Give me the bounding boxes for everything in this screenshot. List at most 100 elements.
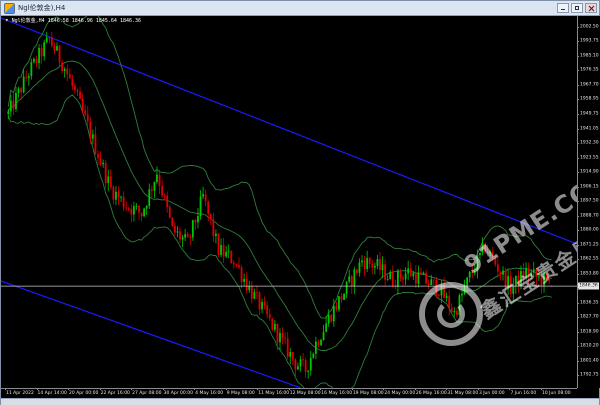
candle-down — [12, 93, 15, 115]
candle-down — [74, 83, 76, 95]
channel-lower-line[interactable] — [1, 280, 302, 388]
candle-down — [402, 274, 404, 286]
candle-down — [232, 260, 235, 269]
candle-up — [135, 203, 138, 211]
candle-up — [386, 275, 389, 281]
price-axis-tick — [577, 230, 579, 232]
time-axis-label: 31 May 08:00 — [447, 391, 479, 396]
candle-up — [22, 69, 25, 94]
candle-down — [245, 272, 248, 294]
candle-up — [343, 293, 345, 301]
candle-down — [266, 301, 269, 319]
candle-down — [161, 179, 163, 199]
time-axis-label: 27 Apr 08:00 — [132, 391, 162, 396]
candle-up — [153, 181, 156, 198]
candle-down — [504, 267, 507, 293]
candle-up — [520, 265, 522, 290]
band-middle-line — [7, 60, 552, 352]
time-axis-label: 20 Apr 00:00 — [69, 391, 99, 396]
candle-down — [425, 269, 428, 285]
candle-down — [189, 233, 192, 246]
candle-down — [40, 44, 43, 64]
candle-down — [486, 244, 489, 257]
window-titlebar[interactable]: Ngl伦敦金),H4 — [1, 1, 599, 16]
candle-down — [391, 265, 394, 288]
candle-up — [30, 58, 33, 80]
candle-down — [150, 185, 153, 199]
candle-up — [353, 266, 356, 295]
price-axis-label: 1897.50 — [580, 198, 599, 204]
candle-down — [35, 55, 38, 68]
price-axis-tick — [577, 244, 579, 246]
candle-down — [209, 213, 212, 225]
candle-up — [514, 275, 517, 294]
candle-down — [448, 289, 451, 316]
price-axis-tick — [577, 331, 579, 333]
candle-down — [212, 212, 215, 243]
price-axis-tick — [577, 128, 579, 130]
candle-down — [58, 44, 61, 68]
price-axis-tick — [577, 172, 579, 174]
price-axis[interactable]: 1846.36 2002.50 1993.75 1985.10 1976.35 1967… — [577, 16, 600, 388]
time-axis-label: 19 May 08:00 — [352, 391, 384, 396]
candle-up — [473, 264, 476, 276]
price-axis-tick — [577, 26, 579, 28]
price-axis-label: 1792.75 — [580, 372, 599, 378]
price-axis-tick — [577, 84, 579, 86]
candle-down — [304, 358, 307, 378]
candle-up — [143, 207, 146, 218]
time-axis-label: 3 Jun 00:00 — [478, 391, 505, 396]
candle-down — [194, 218, 197, 230]
candle-up — [345, 281, 348, 299]
candle-down — [166, 191, 169, 213]
candle-up — [309, 350, 312, 376]
candle-down — [545, 273, 548, 280]
candle-down — [94, 126, 97, 155]
price-axis-label: 1958.95 — [580, 96, 599, 102]
candle-down — [125, 201, 128, 212]
price-axis-tick — [577, 259, 579, 261]
close-icon[interactable] — [585, 3, 597, 13]
time-axis-tick — [383, 388, 385, 390]
time-axis-label: 30 Apr 00:00 — [163, 391, 193, 396]
time-axis-tick — [351, 388, 353, 390]
chart-window: Ngl伦敦金),H4 91PME.COM 鑫汇宝贵金属 ▾ Ngl伦敦金,H4 … — [0, 0, 600, 405]
minimize-icon[interactable] — [557, 3, 569, 13]
candle-down — [235, 263, 238, 268]
price-axis-tick — [577, 186, 579, 188]
candle-down — [171, 217, 174, 227]
candle-up — [512, 277, 515, 302]
price-axis-label: 1976.35 — [580, 67, 599, 73]
maximize-icon[interactable] — [571, 3, 583, 13]
price-axis-tick — [577, 55, 579, 57]
price-chart[interactable]: 91PME.COM 鑫汇宝贵金属 — [1, 16, 577, 388]
symbol-dropdown-icon[interactable]: ▾ — [5, 17, 9, 24]
channel-upper-line[interactable] — [1, 17, 577, 245]
time-axis-label: 7 Jun 16:00 — [510, 391, 537, 396]
candle-down — [99, 151, 102, 167]
candle-up — [56, 42, 58, 51]
candle-down — [109, 169, 112, 190]
candle-up — [199, 190, 202, 220]
price-axis-tick — [577, 157, 579, 159]
candle-down — [271, 317, 274, 332]
chart-canvas[interactable] — [1, 16, 577, 388]
candle-up — [314, 336, 317, 360]
price-axis-label: 1923.55 — [580, 155, 599, 161]
symbol-info: ▾ Ngl伦敦金,H4 1846.58 1846.96 1845.64 1846… — [5, 17, 141, 24]
candle-down — [112, 185, 115, 205]
time-axis-tick — [257, 388, 259, 390]
price-axis-label: 1801.40 — [580, 358, 599, 364]
time-axis-tick — [5, 388, 6, 390]
time-axis-label: 11 Apr 2022 — [6, 391, 34, 396]
symbol-ohlc-text: Ngl伦敦金,H4 1846.58 1846.96 1845.64 1846.3… — [11, 18, 142, 24]
price-axis-tick — [577, 273, 579, 275]
candle-up — [320, 338, 322, 347]
candle-up — [132, 201, 135, 222]
price-axis-label: 1932.30 — [580, 140, 599, 146]
candle-up — [404, 267, 407, 285]
time-axis-tick — [414, 388, 416, 390]
time-axis-label: 10 Jun 08:00 — [542, 391, 571, 396]
candle-up — [273, 319, 276, 333]
candle-down — [335, 301, 338, 312]
